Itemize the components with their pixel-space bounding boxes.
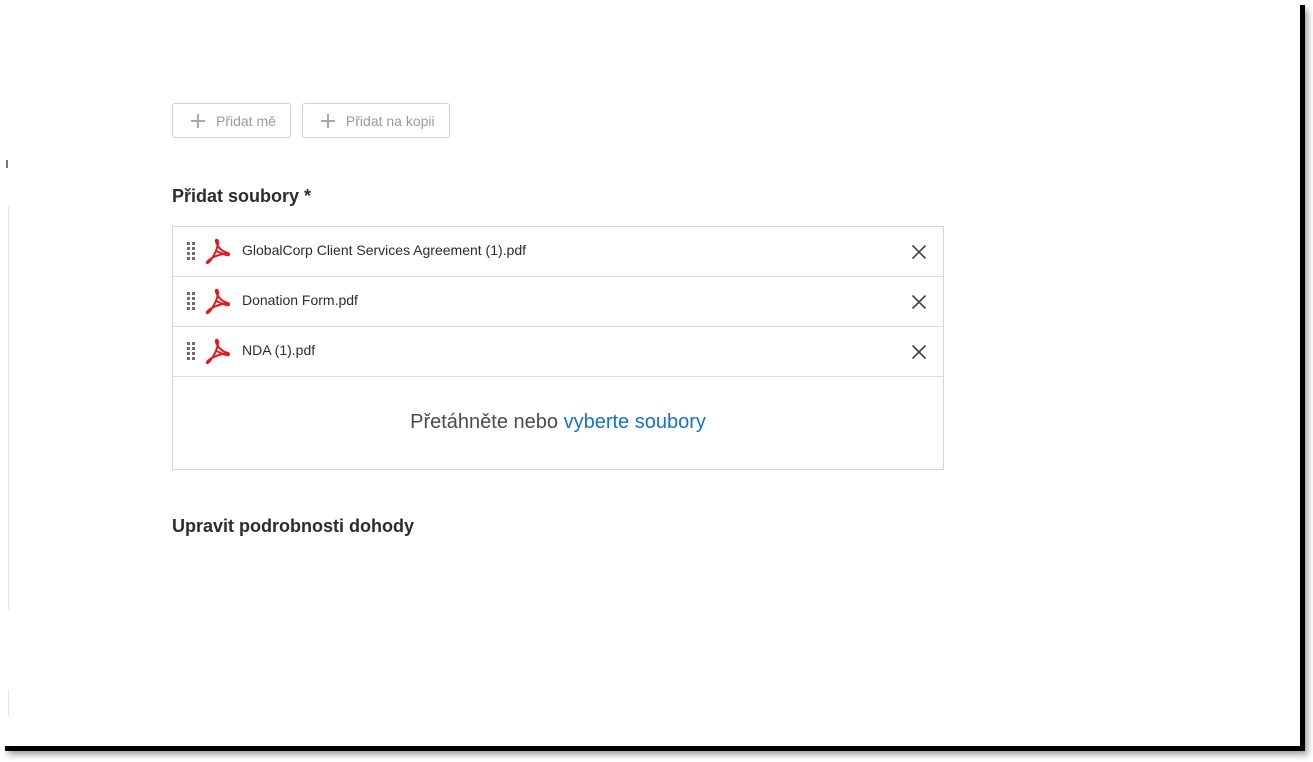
file-list: GlobalCorp Client Services Agreement (1)…: [172, 226, 944, 470]
recipient-buttons: Přidat mě Přidat na kopii: [172, 103, 450, 138]
drag-handle-icon[interactable]: [187, 242, 195, 260]
file-name: Donation Form.pdf: [242, 292, 358, 308]
close-icon[interactable]: [911, 344, 927, 360]
drag-handle-icon[interactable]: [187, 292, 195, 310]
plus-icon: [320, 113, 335, 128]
file-row[interactable]: Donation Form.pdf: [173, 277, 943, 327]
add-files-heading: Přidat soubory *: [172, 186, 312, 206]
file-name: GlobalCorp Client Services Agreement (1)…: [242, 242, 527, 258]
select-files-link[interactable]: vyberte soubory: [564, 411, 706, 433]
drop-zone-text: Přetáhněte nebo: [410, 411, 559, 433]
left-edge-tick: [6, 160, 8, 168]
close-icon[interactable]: [911, 244, 927, 260]
file-name: NDA (1).pdf: [242, 342, 316, 358]
page-frame: Přidat mě Přidat na kopii Přidat soubory…: [0, 0, 1300, 746]
file-row[interactable]: GlobalCorp Client Services Agreement (1)…: [173, 227, 943, 277]
drag-handle-icon[interactable]: [187, 342, 195, 360]
pdf-icon: [205, 288, 231, 314]
pdf-icon: [205, 238, 231, 264]
pdf-icon: [205, 338, 231, 364]
add-me-button[interactable]: Přidat mě: [172, 103, 291, 138]
add-me-label: Přidat mě: [216, 112, 276, 129]
left-edge-divider-lower: [8, 690, 9, 716]
file-row[interactable]: NDA (1).pdf: [173, 327, 943, 377]
left-edge-divider: [8, 206, 9, 610]
plus-icon: [191, 113, 205, 128]
edit-details-heading: Upravit podrobnosti dohody: [172, 516, 414, 536]
close-icon[interactable]: [911, 294, 927, 310]
add-cc-label: Přidat na kopii: [345, 112, 435, 129]
add-cc-button[interactable]: Přidat na kopii: [301, 103, 450, 138]
file-drop-zone[interactable]: Přetáhněte nebo vyberte soubory: [173, 376, 943, 469]
